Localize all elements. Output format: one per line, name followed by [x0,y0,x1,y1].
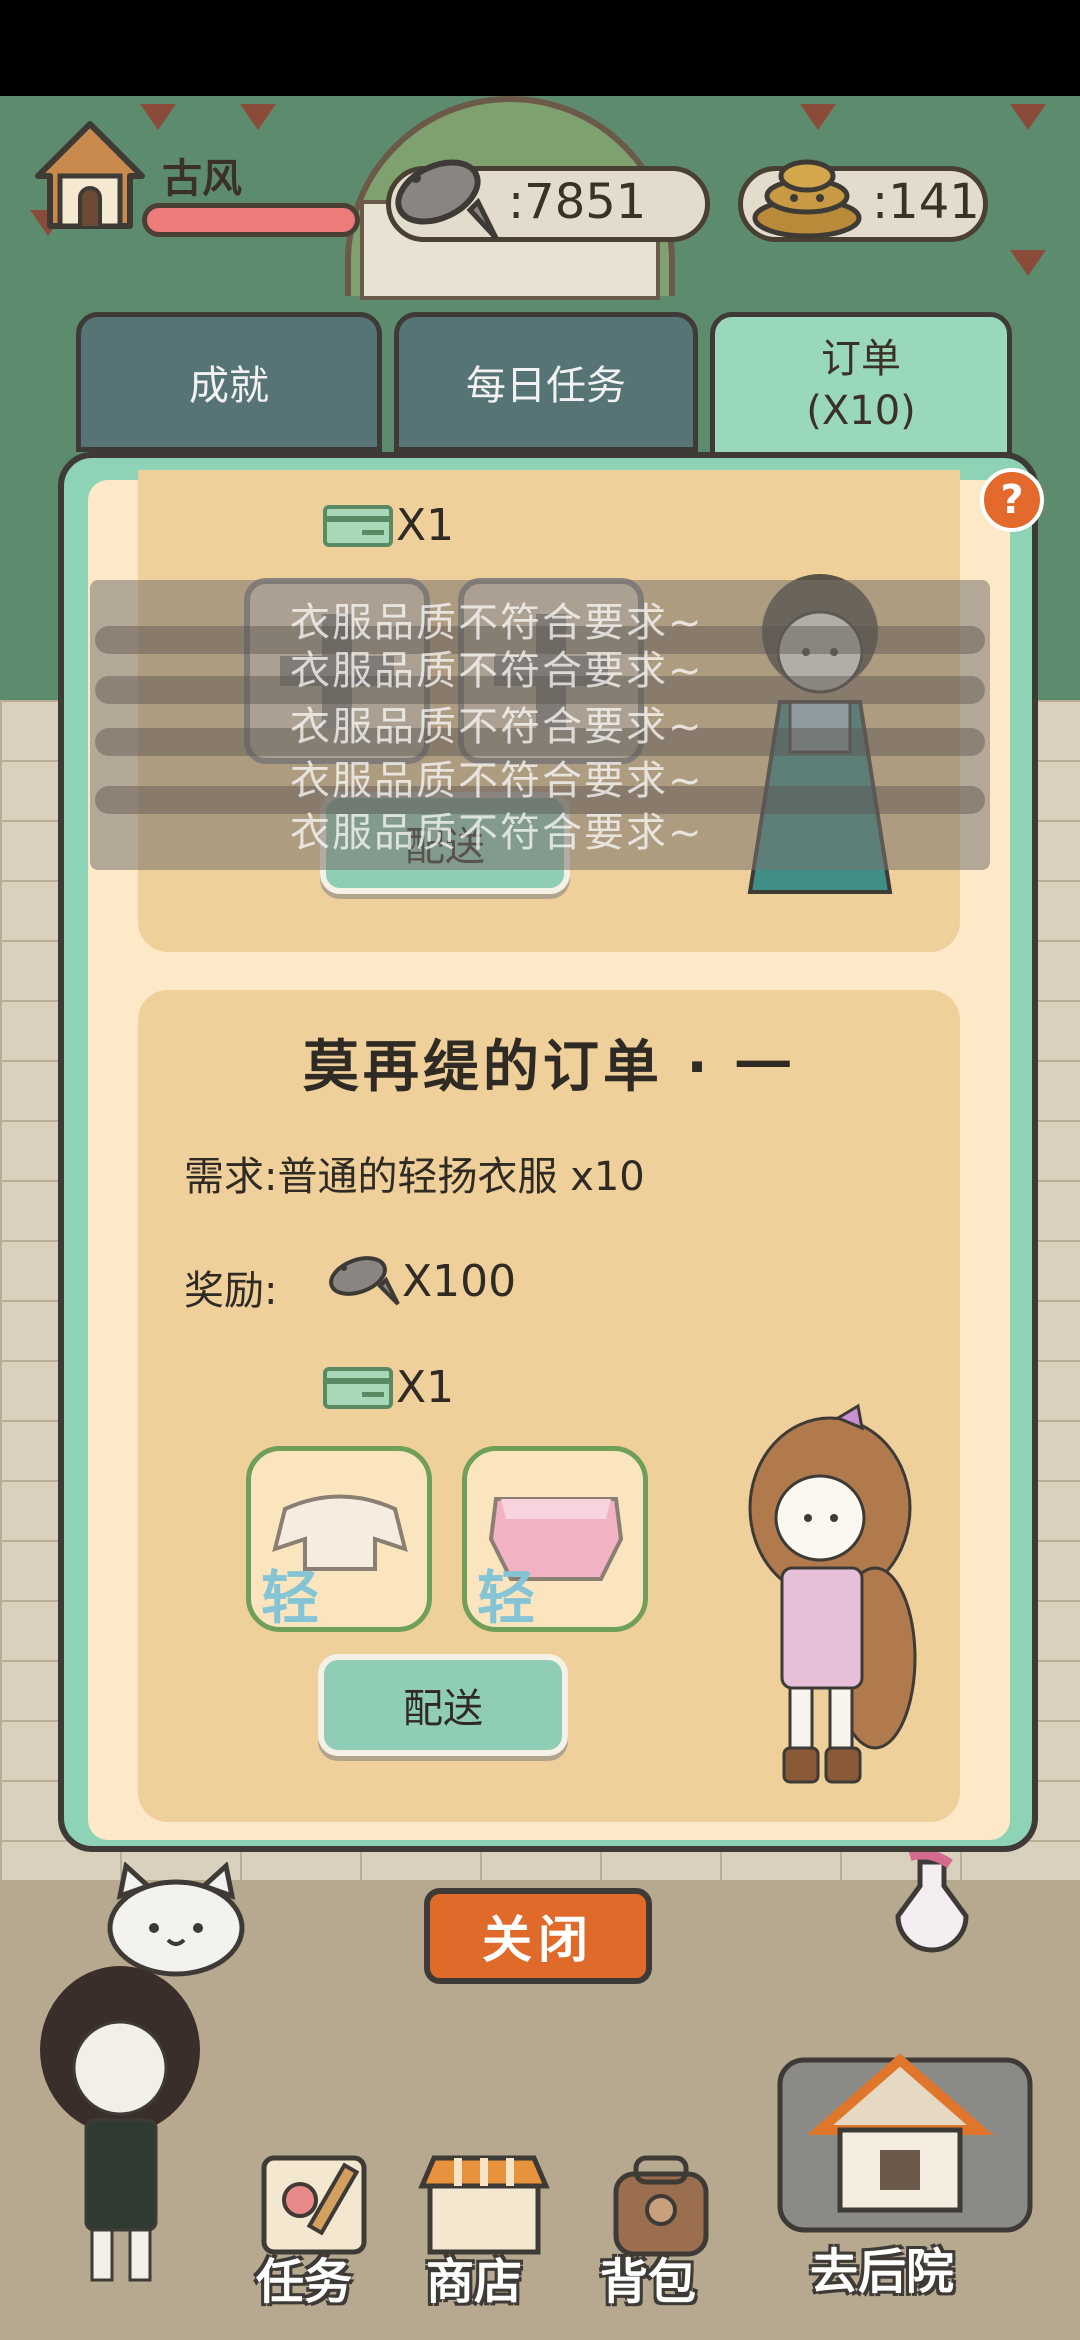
item-badge: 轻 [477,1564,536,1632]
ticket-amount: X1 [396,1362,455,1413]
order-demand: 需求:普通的轻扬衣服 x10 [184,1154,645,1200]
fish-icon [380,140,500,250]
status-bar [0,0,1080,96]
tab-orders-label: 订单 [820,336,901,382]
reward-label: 奖励: [184,1268,278,1314]
toast-message: 衣服品质不符合要求~ [290,810,704,856]
nav-backyard-label: 去后院 [810,2244,955,2300]
nav-shop-label: 商店 [426,2254,523,2310]
tab-daily-tasks-label: 每日任务 [466,363,626,409]
reward-amount: X100 [402,1256,517,1307]
wall-decoration [1010,250,1046,276]
wall-decoration [1010,104,1046,130]
toast-message: 衣服品质不符合要求~ [290,758,704,804]
ticket-icon [322,1366,394,1410]
item-slot[interactable]: 轻 [246,1446,432,1632]
tab-orders[interactable]: 订单 (X10) [710,312,1012,458]
nav-backpack-button[interactable]: 背包 [596,2150,726,2310]
nav-tasks-button[interactable]: 任务 [250,2150,380,2310]
nav-backpack-label: 背包 [600,2254,697,2310]
close-button[interactable]: 关闭 [424,1888,652,1984]
item-badge: 轻 [261,1564,320,1632]
house-icon[interactable] [30,118,150,236]
player-name: 古风 [162,156,242,202]
poop-count: :141 [872,174,980,230]
player-level-bar [142,203,360,237]
toast-message: 衣服品质不符合要求~ [290,648,704,694]
ticket-amount: X1 [396,500,455,551]
order-title: 莫再缇的订单 · 一 [302,1035,796,1100]
tab-orders-count: (X10) [806,388,916,434]
wall-decoration [800,104,836,130]
nav-backyard-button[interactable]: 去后院 [760,2040,1050,2300]
shopkeeper-character [30,1960,210,2290]
ticket-icon [322,504,394,548]
deliver-button[interactable]: 配送 [318,1654,568,1756]
nav-tasks-label: 任务 [256,2254,353,2310]
potion-bottle-icon[interactable] [880,1849,980,1962]
nav-shop-button[interactable]: 商店 [414,2150,550,2310]
tab-achievements[interactable]: 成就 [76,312,382,452]
item-slot[interactable]: 轻 [462,1446,648,1632]
fish-count: :7851 [508,174,647,230]
help-button[interactable]: ? [980,468,1044,532]
fish-icon [324,1244,400,1310]
toast-message: 衣服品质不符合要求~ [290,704,704,750]
wall-decoration [240,104,276,130]
poop-icon [742,140,872,240]
tab-achievements-label: 成就 [189,363,269,409]
tab-daily-tasks[interactable]: 每日任务 [394,312,698,452]
customer-character [720,1398,930,1798]
